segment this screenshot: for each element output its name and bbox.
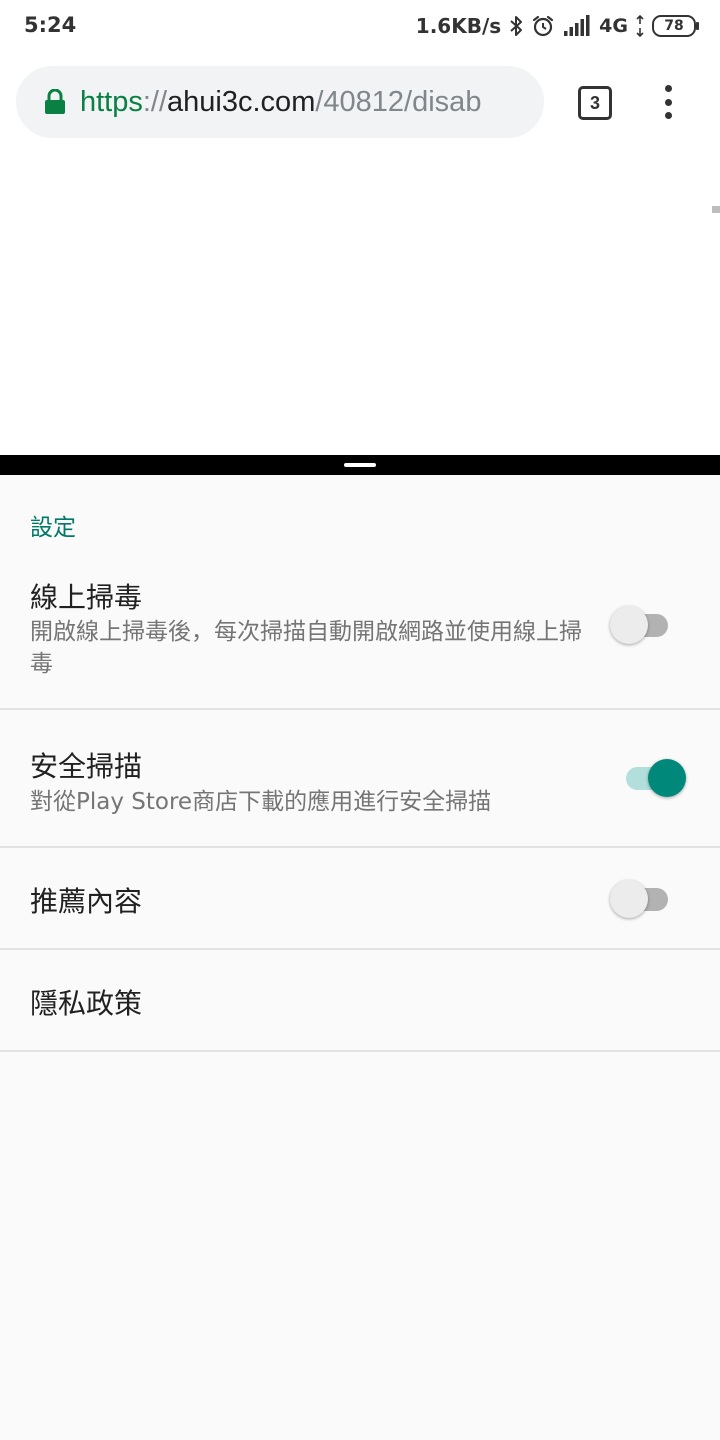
battery-level: 78: [664, 18, 684, 34]
setting-online-scan[interactable]: 線上掃毒 開啟線上掃毒後，每次掃描自動開啟網路並使用線上掃毒: [0, 553, 720, 710]
setting-recommended-content[interactable]: 推薦內容: [0, 848, 720, 950]
web-content-area: [0, 154, 720, 455]
setting-title: 隱私政策: [30, 987, 143, 1020]
tab-switcher-button[interactable]: 3: [578, 86, 612, 120]
security-scan-toggle[interactable]: [614, 758, 686, 798]
lock-icon: [44, 89, 66, 115]
url-bar[interactable]: https://ahui3c.com/40812/disab: [16, 66, 544, 138]
status-time: 5:24: [24, 13, 77, 37]
recommended-content-toggle[interactable]: [610, 879, 674, 919]
setting-title: 推薦內容: [30, 885, 143, 918]
setting-subtitle: 對從Play Store商店下載的應用進行安全掃描: [30, 789, 492, 815]
browser-toolbar: https://ahui3c.com/40812/disab 3: [0, 52, 720, 154]
setting-privacy-policy[interactable]: 隱私政策: [0, 950, 720, 1052]
setting-security-scan[interactable]: 安全掃描 對從Play Store商店下載的應用進行安全掃描: [0, 710, 720, 848]
url-text: https://ahui3c.com/40812/disab: [80, 85, 482, 118]
status-bar: 5:24 1.6KB/s 4G 78: [0, 0, 720, 52]
battery-icon: 78: [652, 15, 699, 37]
setting-title: 安全掃描: [30, 750, 143, 783]
setting-subtitle: 開啟線上掃毒後，每次掃描自動開啟網路並使用線上掃毒: [30, 619, 582, 677]
section-header: 設定: [30, 515, 76, 541]
online-scan-toggle[interactable]: [610, 605, 674, 645]
divider-handle[interactable]: [344, 463, 376, 467]
alarm-icon: [531, 14, 555, 38]
scroll-indicator: [712, 206, 720, 213]
status-icons: 1.6KB/s 4G 78: [415, 12, 699, 40]
network-type: 4G: [599, 15, 628, 37]
setting-title: 線上掃毒: [30, 581, 143, 614]
network-speed: 1.6KB/s: [415, 14, 502, 38]
split-screen-divider[interactable]: [0, 455, 720, 475]
signal-icon: [563, 15, 591, 37]
settings-panel: 設定 線上掃毒 開啟線上掃毒後，每次掃描自動開啟網路並使用線上掃毒 安全掃描 對…: [0, 475, 720, 1440]
bluetooth-icon: [509, 14, 523, 38]
more-options-icon[interactable]: [652, 82, 684, 122]
data-arrows-icon: [636, 15, 644, 37]
